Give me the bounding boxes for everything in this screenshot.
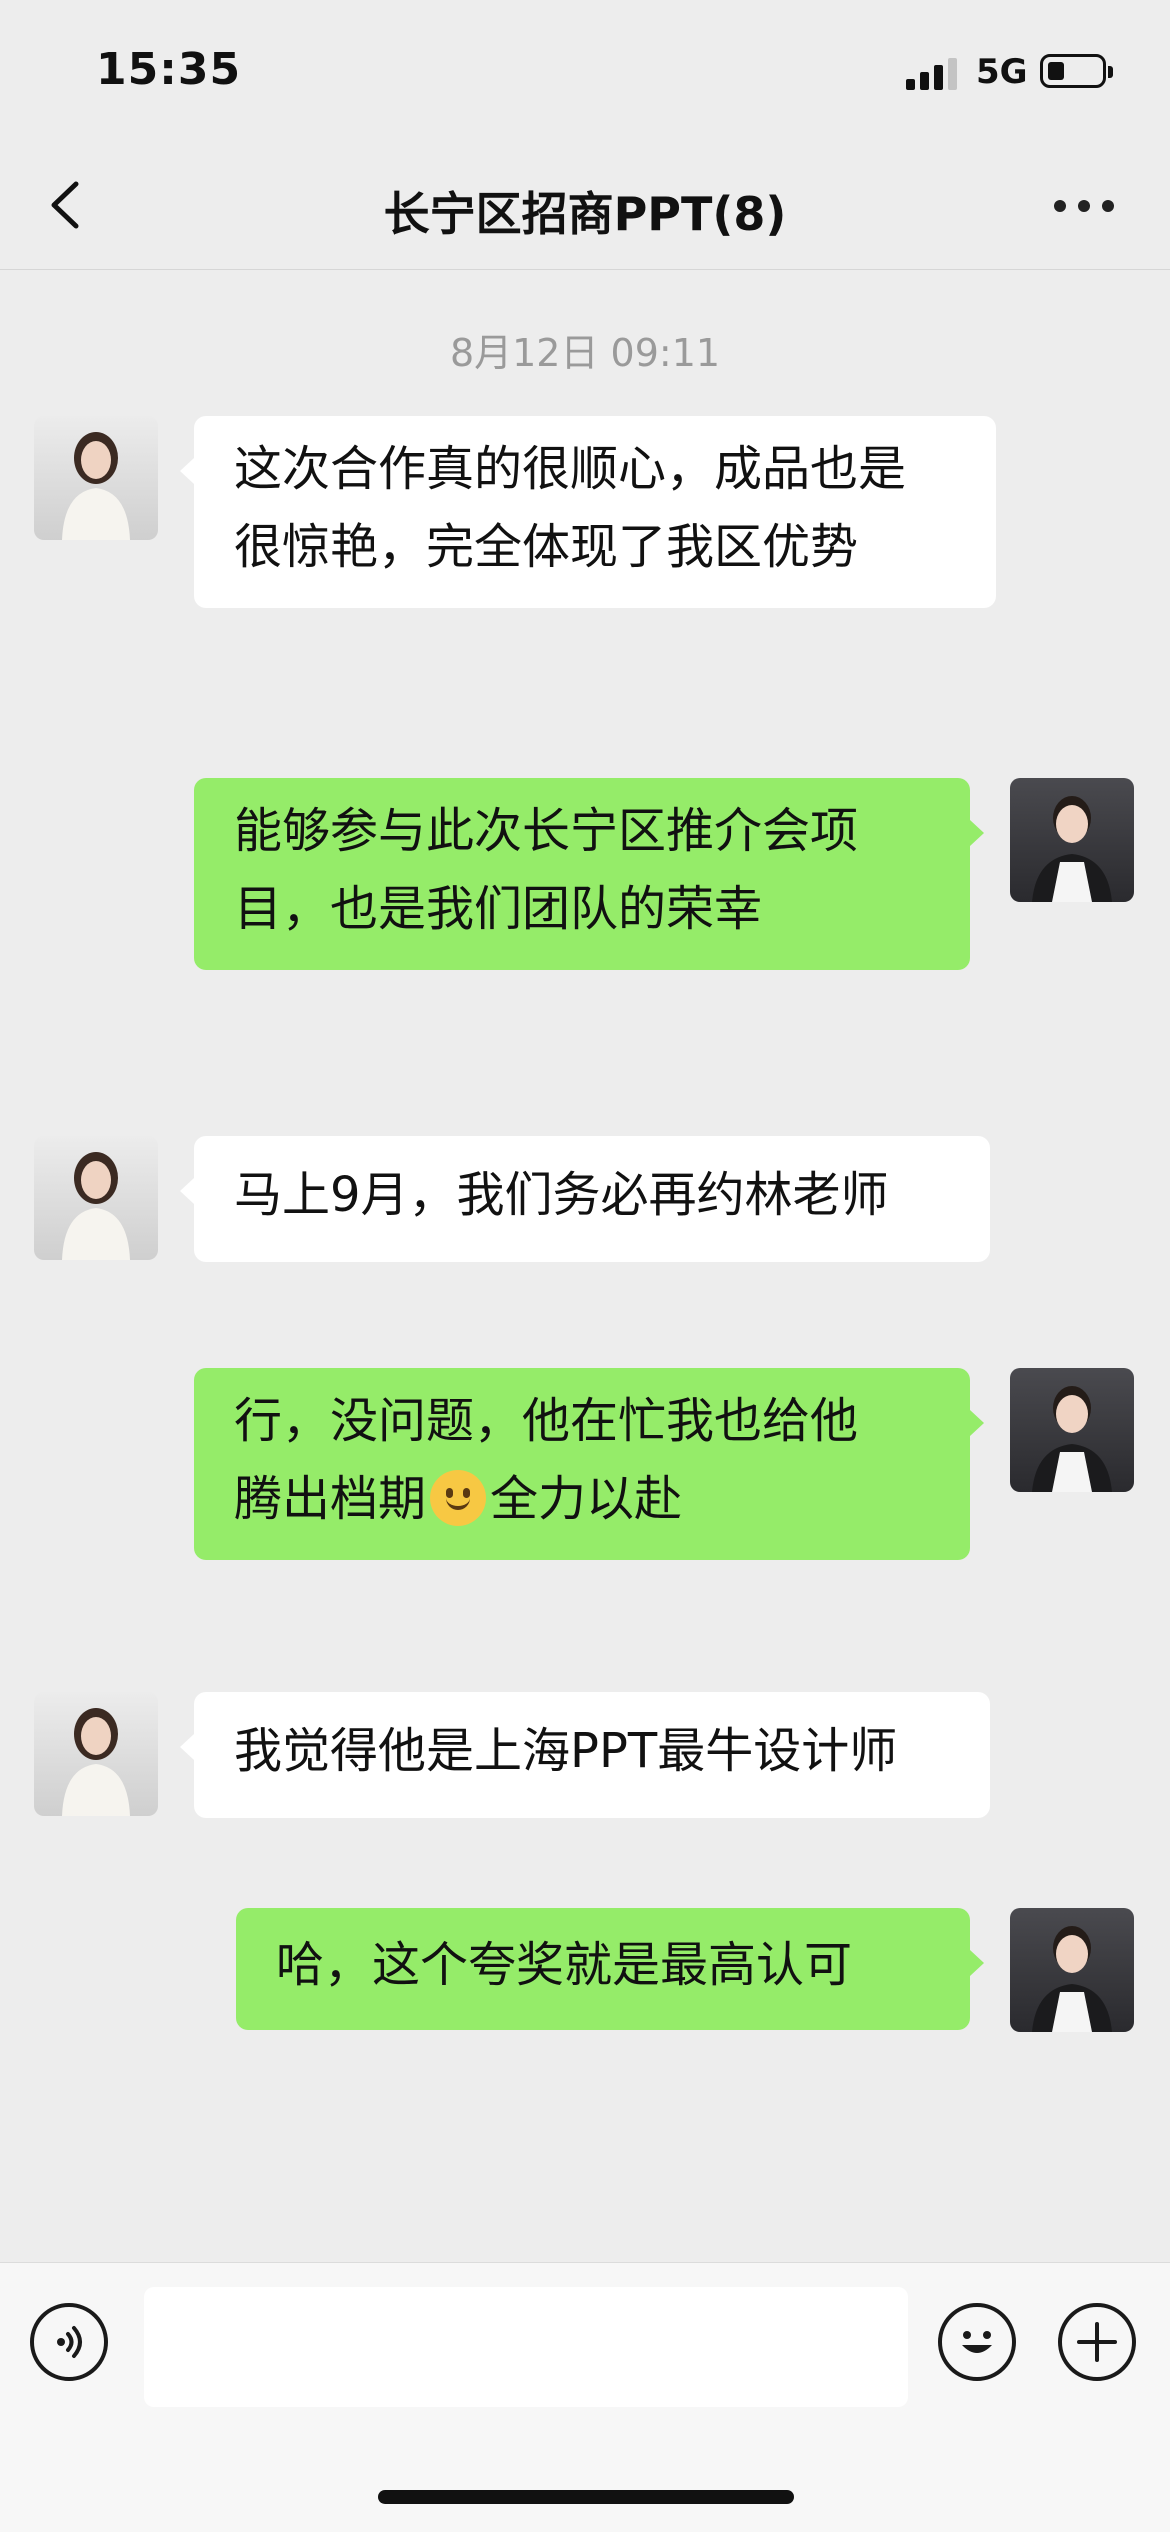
self-avatar-icon — [1032, 796, 1112, 902]
avatar[interactable] — [1010, 1908, 1134, 2032]
message-input[interactable] — [144, 2287, 908, 2407]
voice-input-button[interactable] — [30, 2303, 108, 2381]
message-text-line: 腾出档期 全力以赴 — [234, 1460, 930, 1538]
network-type: 5G — [976, 52, 1028, 92]
status-bar: 15:35 5G — [0, 0, 1170, 140]
message-bubble-incoming[interactable]: 这次合作真的很顺心，成品也是 很惊艳，完全体现了我区优势 — [180, 416, 996, 608]
signal-icon — [906, 56, 962, 90]
contact-avatar-icon — [62, 1708, 130, 1816]
status-time: 15:35 — [96, 44, 242, 95]
message-text: 目，也是我们团队的荣幸 — [234, 881, 763, 937]
message-text: 全力以赴 — [490, 1471, 683, 1527]
more-options-button[interactable] — [1054, 200, 1114, 214]
message-text: 这次合作真的很顺心，成品也是 — [234, 441, 907, 497]
message-bubble-outgoing[interactable]: 哈，这个夸奖就是最高认可 — [236, 1908, 984, 2030]
message-bubble-outgoing[interactable]: 行，没问题，他在忙我也给他 腾出档期 全力以赴 — [194, 1368, 984, 1560]
message-text: 很惊艳，完全体现了我区优势 — [234, 519, 859, 575]
contact-avatar-icon — [62, 432, 130, 540]
message-text: 我觉得他是上海PPT最牛设计师 — [234, 1723, 898, 1779]
smiley-icon — [962, 2331, 992, 2353]
avatar[interactable] — [1010, 778, 1134, 902]
more-functions-button[interactable] — [1058, 2303, 1136, 2381]
contact-avatar-icon — [62, 1152, 130, 1260]
message-text: 马上9月，我们务必再约林老师 — [234, 1167, 889, 1223]
avatar[interactable] — [34, 416, 158, 540]
message-text: 能够参与此次长宁区推介会项 — [234, 803, 859, 859]
avatar[interactable] — [34, 1692, 158, 1816]
message-text: 哈，这个夸奖就是最高认可 — [276, 1937, 853, 1993]
avatar[interactable] — [34, 1136, 158, 1260]
message-bubble-outgoing[interactable]: 能够参与此次长宁区推介会项 目，也是我们团队的荣幸 — [194, 778, 984, 970]
smiling-face-emoji-icon — [430, 1470, 487, 1526]
message-bubble-incoming[interactable]: 马上9月，我们务必再约林老师 — [180, 1136, 990, 1262]
self-avatar-icon — [1032, 1386, 1112, 1492]
home-indicator[interactable] — [378, 2490, 794, 2504]
voice-icon — [57, 2326, 82, 2358]
message-text: 行，没问题，他在忙我也给他 — [234, 1393, 859, 1449]
chat-header: 长宁区招商PPT(8) — [0, 140, 1170, 270]
self-avatar-icon — [1032, 1926, 1112, 2032]
emoji-button[interactable] — [938, 2303, 1016, 2381]
chat-title: 长宁区招商PPT(8) — [383, 187, 787, 241]
message-bubble-incoming[interactable]: 我觉得他是上海PPT最牛设计师 — [180, 1692, 990, 1818]
plus-icon — [1077, 2322, 1117, 2362]
message-text: 腾出档期 — [234, 1471, 427, 1527]
avatar[interactable] — [1010, 1368, 1134, 1492]
message-timestamp: 8月12日 09:11 — [449, 331, 721, 375]
battery-icon — [1040, 54, 1113, 88]
